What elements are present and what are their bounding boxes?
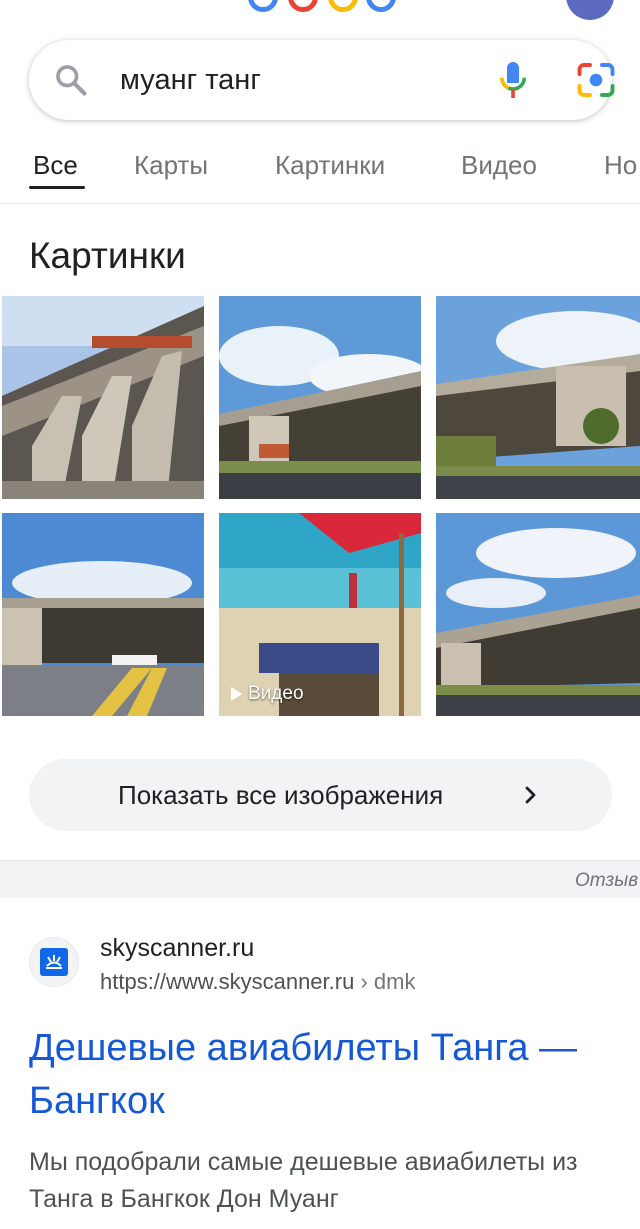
video-thumbnail[interactable]: Видео (219, 513, 421, 716)
feedback-link[interactable]: Отзыв (575, 870, 638, 892)
result-url[interactable]: https://www.skyscanner.ru › dmk (100, 967, 415, 997)
search-icon[interactable] (53, 62, 89, 98)
result-snippet: Мы подобрали самые дешевые авиабилеты из… (29, 1148, 578, 1213)
image-thumbnail[interactable] (2, 296, 204, 499)
result-url-crumb: › dmk (354, 969, 416, 994)
tab-maps[interactable]: Карты (134, 148, 208, 182)
site-favicon[interactable] (29, 937, 79, 987)
video-badge-label: Видео (248, 683, 304, 704)
search-bar[interactable]: муанг танг (29, 40, 615, 120)
google-lens-icon[interactable] (576, 62, 616, 98)
tab-news[interactable]: Но (604, 148, 637, 182)
show-all-images-button[interactable]: Показать все изображения (29, 759, 612, 831)
tab-video[interactable]: Видео (461, 148, 537, 182)
tab-images[interactable]: Картинки (275, 148, 385, 182)
play-icon (231, 687, 242, 701)
search-tabs: Все Карты Картинки Видео Но (0, 140, 640, 204)
video-badge: Видео (231, 682, 304, 706)
image-thumbnail[interactable] (436, 296, 640, 499)
show-all-images-label: Показать все изображения (118, 780, 444, 810)
image-thumbnail[interactable] (219, 296, 421, 499)
google-logo[interactable] (248, 0, 398, 12)
result-url-base: https://www.skyscanner.ru (100, 969, 355, 994)
microphone-icon[interactable] (495, 59, 531, 101)
chevron-right-icon (525, 786, 536, 804)
result-title-link[interactable]: Дешевые авиабилеты Танга — Бангкок (29, 1022, 619, 1128)
active-tab-indicator (29, 186, 85, 189)
tab-all[interactable]: Все (33, 148, 78, 182)
image-thumbnail[interactable] (2, 513, 204, 716)
result-site-name[interactable]: skyscanner.ru (100, 932, 254, 964)
image-thumbnail[interactable] (436, 513, 640, 716)
skyscanner-logo-icon (40, 948, 68, 976)
feedback-bar: Отзыв (0, 860, 640, 898)
images-section-title: Картинки (29, 235, 186, 276)
search-input[interactable]: муанг танг (120, 62, 261, 98)
account-avatar[interactable] (566, 0, 614, 20)
